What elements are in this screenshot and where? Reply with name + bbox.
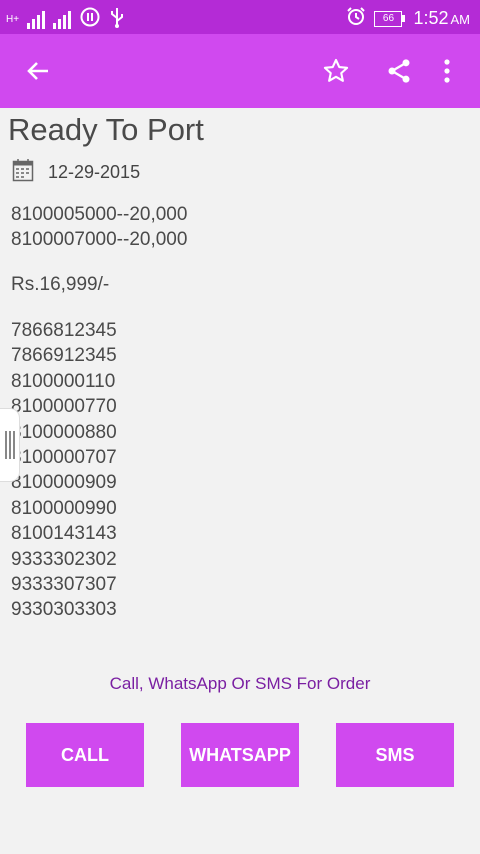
list-item: 7866812345: [11, 320, 117, 341]
side-drawer-handle[interactable]: [0, 408, 20, 482]
whatsapp-button[interactable]: WHATSAPP: [181, 723, 299, 787]
signal-icon: [27, 10, 46, 29]
price: Rs.16,999/-: [11, 274, 110, 295]
list-item: 9330303303: [11, 599, 117, 621]
range-item: 8100007000--20,000: [11, 229, 188, 251]
call-button[interactable]: CALL: [26, 723, 144, 787]
date-row: 12-29-2015: [12, 158, 140, 187]
calendar-icon: [12, 158, 34, 187]
range-item: 8100005000--20,000: [11, 204, 188, 225]
more-vert-icon[interactable]: [429, 53, 465, 89]
alarm-circle-icon: [79, 6, 101, 33]
status-bar: H+ 66 1:52 AM: [0, 0, 480, 34]
post-title: Ready To Port: [8, 112, 204, 147]
network-type-label: H+: [6, 13, 20, 25]
usb-icon: [109, 6, 125, 33]
list-item: 8100000990: [11, 497, 117, 519]
number-list: 7866812345 7866912345 8100000110 8100000…: [11, 318, 117, 623]
range-list: 8100005000--20,000 8100007000--20,000: [11, 202, 187, 253]
list-item: 8100000770: [11, 396, 117, 418]
list-item: 9333302302: [11, 548, 117, 570]
list-item: 8100000707: [11, 447, 117, 469]
clock-time: 1:52: [413, 8, 449, 28]
share-icon[interactable]: [381, 53, 417, 89]
star-outline-icon[interactable]: [318, 53, 354, 89]
alarm-icon: [346, 6, 366, 31]
list-item: 9333307307: [11, 574, 117, 596]
list-item: 7866912345: [11, 345, 117, 367]
list-item: 8100000880: [11, 421, 117, 443]
app-bar: [0, 34, 480, 108]
battery-icon: 66: [374, 10, 406, 27]
arrow-back-icon[interactable]: [20, 53, 56, 89]
battery-level: 66: [374, 10, 403, 27]
list-item: 8100000110: [11, 370, 116, 392]
sms-button[interactable]: SMS: [336, 723, 454, 787]
list-item: 8100143143: [11, 523, 117, 545]
clock-ampm: AM: [450, 12, 471, 27]
post-date: 12-29-2015: [48, 162, 141, 182]
signal-icon-2: [53, 10, 72, 29]
order-instruction: Call, WhatsApp Or SMS For Order: [109, 674, 371, 693]
list-item: 8100000909: [11, 472, 117, 494]
